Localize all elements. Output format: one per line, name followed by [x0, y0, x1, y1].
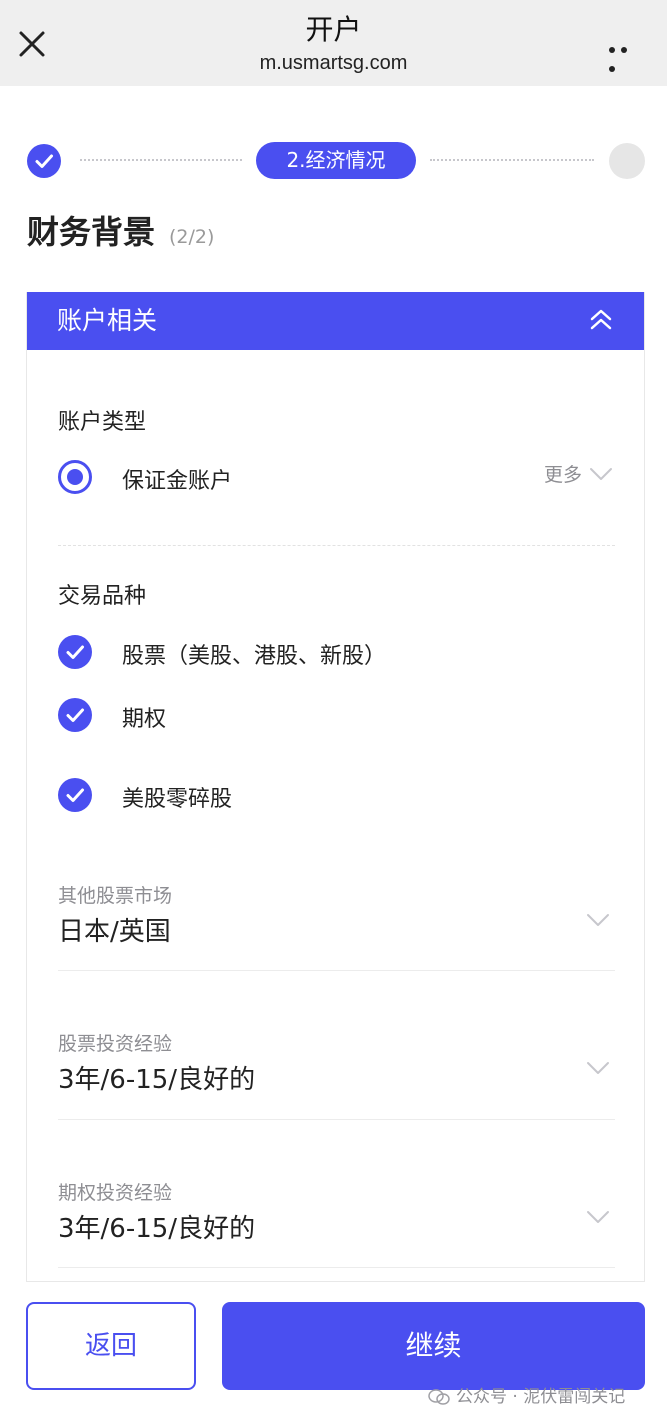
chevron-down-icon	[587, 914, 609, 926]
card-header[interactable]: 账户相关	[27, 292, 644, 350]
field-underline	[58, 1267, 615, 1268]
trade-product-item[interactable]: 股票（美股、港股、新股）	[58, 635, 578, 671]
checkbox-checked-icon[interactable]	[58, 778, 92, 812]
top-bar: 开户 m.usmartsg.com	[0, 0, 667, 86]
account-type-radio[interactable]: 保证金账户	[58, 460, 458, 496]
field-value: 3年/6-15/良好的	[58, 1214, 256, 1244]
heading-progress: (2/2)	[169, 226, 215, 248]
field-value: 3年/6-15/良好的	[58, 1065, 256, 1095]
account-card: 账户相关 账户类型 保证金账户 更多 交易品种 股票（美股、港股、新股） 期权 …	[26, 292, 645, 1282]
trade-product-label: 美股零碎股	[122, 787, 233, 812]
trade-product-item[interactable]: 美股零碎股	[58, 778, 578, 814]
other-markets-select[interactable]: 其他股票市场 日本/英国	[58, 881, 615, 961]
stock-experience-select[interactable]: 股票投资经验 3年/6-15/良好的	[58, 1029, 615, 1109]
watermark-text: 公众号 · 泥伏雷闯关记	[456, 1387, 626, 1407]
collapse-icon[interactable]	[588, 306, 614, 334]
more-options-icon[interactable]	[609, 38, 643, 72]
field-value: 日本/英国	[58, 917, 171, 947]
heading-title: 财务背景	[27, 213, 156, 251]
page-url: m.usmartsg.com	[259, 52, 408, 74]
progress-stepper: 2.经济情况	[0, 140, 667, 180]
chevron-down-icon	[587, 1211, 609, 1223]
more-account-types-button[interactable]: 更多	[544, 460, 614, 490]
field-label: 股票投资经验	[58, 1033, 173, 1055]
field-label: 期权投资经验	[58, 1182, 173, 1204]
title-block: 开户 m.usmartsg.com	[0, 12, 667, 76]
trade-product-label: 股票（美股、港股、新股）	[122, 644, 387, 669]
field-underline	[58, 970, 615, 971]
field-label: 其他股票市场	[58, 885, 173, 907]
divider	[58, 545, 615, 546]
step-1-complete-icon	[27, 144, 61, 178]
checkbox-checked-icon[interactable]	[58, 635, 92, 669]
trade-products-label: 交易品种	[58, 584, 147, 609]
section-heading: 财务背景 (2/2)	[27, 207, 214, 253]
step-connector	[80, 159, 242, 161]
trade-product-label: 期权	[122, 707, 167, 732]
radio-selected-icon[interactable]	[58, 460, 92, 494]
page-title: 开户	[305, 13, 362, 46]
back-button[interactable]: 返回	[26, 1302, 196, 1390]
wechat-icon	[428, 1389, 450, 1405]
trade-product-item[interactable]: 期权	[58, 698, 578, 734]
step-3-pending	[609, 143, 645, 179]
step-2-current: 2.经济情况	[256, 142, 416, 179]
more-label: 更多	[543, 464, 582, 486]
watermark: 公众号 · 泥伏雷闯关记	[428, 1382, 625, 1407]
field-underline	[58, 1119, 615, 1120]
card-title: 账户相关	[57, 306, 158, 335]
chevron-down-icon	[590, 467, 612, 480]
checkbox-checked-icon[interactable]	[58, 698, 92, 732]
account-type-value: 保证金账户	[122, 469, 233, 494]
chevron-down-icon	[587, 1062, 609, 1074]
continue-button[interactable]: 继续	[222, 1302, 645, 1390]
step-connector	[430, 159, 594, 161]
account-type-label: 账户类型	[58, 410, 147, 435]
option-experience-select[interactable]: 期权投资经验 3年/6-15/良好的	[58, 1178, 615, 1258]
